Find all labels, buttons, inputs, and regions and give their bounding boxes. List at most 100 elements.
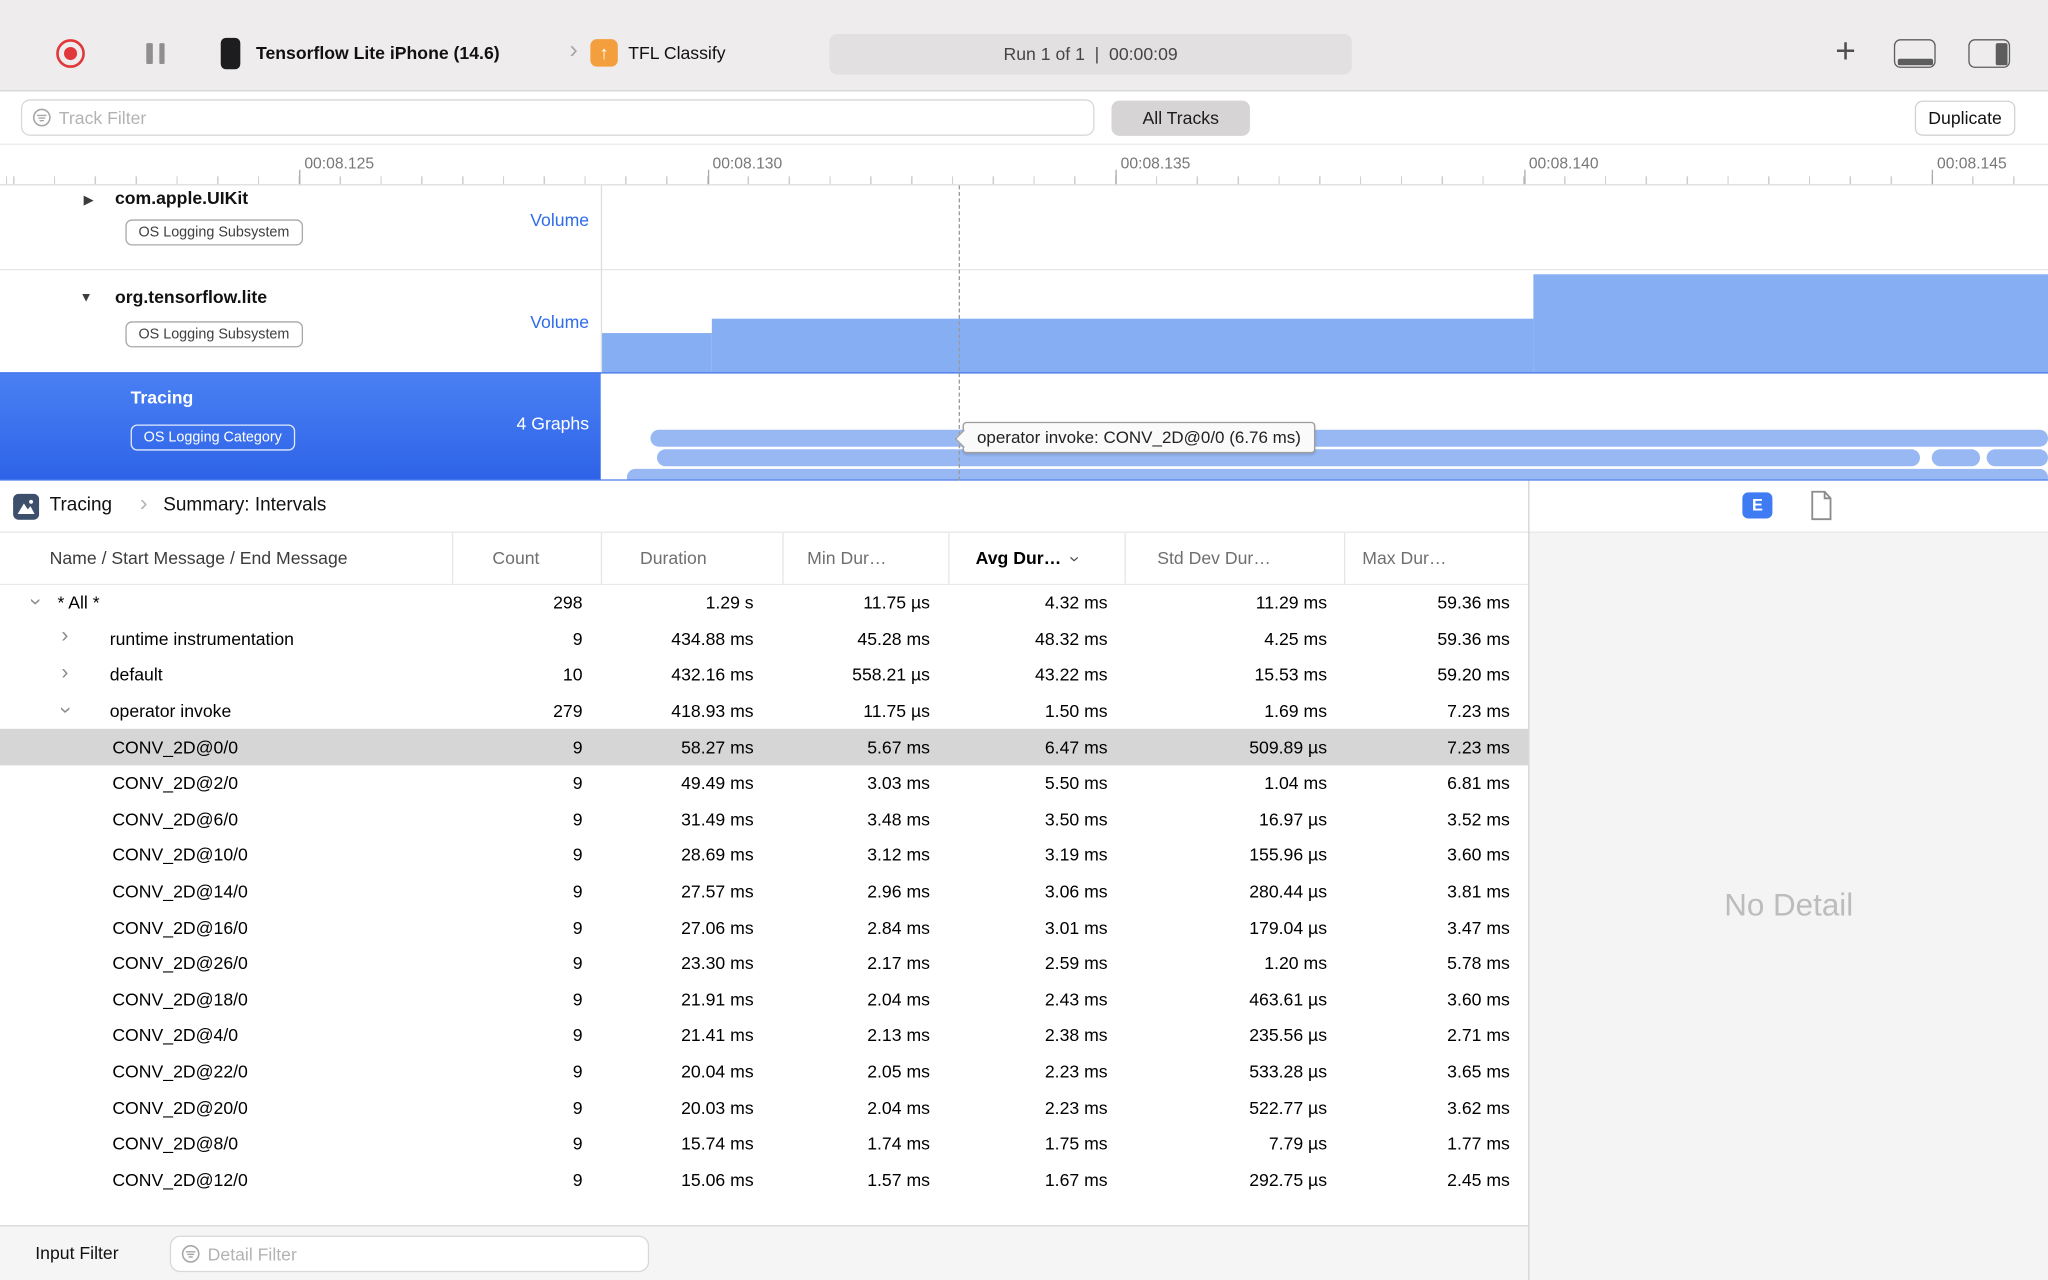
table-row[interactable]: › * All * 298 1.29 s 11.75 µs 4.32 ms 11.29 ms… [0,585,1528,621]
chevron-right-icon: › [139,489,148,516]
pause-button[interactable] [146,43,165,64]
column-header-std-dev-dur[interactable]: Std Dev Dur… [1126,532,1346,584]
disclosure-chevron-icon[interactable]: › [54,706,76,713]
track-tracing-selected[interactable]: Tracing OS Logging Category 4 Graphs ope… [0,372,2048,481]
row-std-cell: 1.20 ms [1264,953,1328,974]
track-name: com.apple.UIKit [114,188,249,208]
column-header-count[interactable]: Count [453,532,603,584]
track-graph-type: 4 Graphs [516,414,590,434]
row-std-cell: 522.77 µs [1249,1097,1328,1118]
no-detail-placeholder: No Detail [1724,888,1854,924]
disclosure-triangle-icon[interactable]: ▼ [80,291,93,305]
row-min-cell: 11.75 µs [863,593,930,613]
extended-detail-button[interactable]: E [1742,492,1773,519]
row-std-cell: 1.04 ms [1264,773,1328,794]
device-target-button[interactable]: Tensorflow Lite iPhone (14.6) [256,43,500,63]
input-filter-label[interactable]: Input Filter [35,1243,118,1263]
table-row[interactable]: CONV_2D@8/0 9 15.74 ms 1.74 ms 1.75 ms 7.79 µ… [0,1126,1528,1162]
interval-capsule[interactable] [1931,449,1981,467]
tracing-intervals-lane[interactable]: operator invoke: CONV_2D@0/0 (6.76 ms) [600,373,2048,480]
process-target-button[interactable]: TFL Classify [628,43,725,63]
row-min-cell: 1.74 ms [867,1133,930,1154]
ruler-tick: 00:08.145 [1931,154,2007,185]
row-name-cell: › * All * [24,593,100,613]
detail-filter-field[interactable] [169,1235,650,1273]
disclosure-chevron-icon[interactable]: › [24,598,46,605]
track-com-apple-uikit[interactable]: ▶ com.apple.UIKit OS Logging Subsystem V… [0,185,2048,271]
row-duration-cell: 1.29 s [705,593,754,613]
table-row[interactable]: CONV_2D@12/0 9 15.06 ms 1.57 ms 1.67 ms 292.7… [0,1162,1528,1198]
track-org-tensorflow-lite[interactable]: ▼ org.tensorflow.lite OS Logging Subsyst… [0,270,2048,373]
track-lane[interactable] [600,185,2048,270]
row-std-cell: 155.96 µs [1249,845,1328,866]
interval-capsule[interactable] [1986,449,2048,467]
row-duration-cell: 28.69 ms [681,845,754,866]
disclosure-chevron-icon[interactable]: › [61,626,68,648]
table-row[interactable]: › runtime instrumentation 9 434.88 ms 45.28 … [0,621,1528,657]
filter-icon [32,108,51,127]
disclosure-chevron-icon[interactable]: › [61,662,68,684]
table-row[interactable]: CONV_2D@6/0 9 31.49 ms 3.48 ms 3.50 ms 16.97 … [0,801,1528,837]
volume-area-chart[interactable] [600,270,2048,373]
table-row[interactable]: › operator invoke 279 418.93 ms 11.75 µs 1.50… [0,693,1528,729]
row-max-cell: 6.81 ms [1447,773,1510,794]
column-header-max-dur[interactable]: Max Dur… [1345,533,1528,584]
column-header-duration[interactable]: Duration [602,532,784,584]
add-instrument-button[interactable]: + [1825,31,1867,71]
table-row[interactable]: CONV_2D@4/0 9 21.41 ms 2.13 ms 2.38 ms 235.56… [0,1018,1528,1054]
tooltip-text: operator invoke: CONV_2D@0/0 (6.76 ms) [976,427,1301,447]
table-row[interactable]: CONV_2D@0/0 9 58.27 ms 5.67 ms 6.47 ms 509.89… [0,729,1529,766]
row-duration-cell: 21.91 ms [681,989,754,1010]
timeline-ruler[interactable]: 00:08.125 00:08.130 00:08.135 00:08.140 00:0… [0,143,2048,186]
row-avg-cell: 5.50 ms [1044,773,1108,794]
chevron-right-icon: › [569,36,578,64]
table-row[interactable]: CONV_2D@14/0 9 27.57 ms 2.96 ms 3.06 ms 280.4… [0,873,1528,909]
row-min-cell: 5.67 ms [867,737,930,758]
interval-capsule[interactable] [626,468,2048,480]
table-row[interactable]: CONV_2D@20/0 9 20.03 ms 2.04 ms 2.23 ms 522.7… [0,1090,1528,1126]
table-row[interactable]: CONV_2D@2/0 9 49.49 ms 3.03 ms 5.50 ms 1.04 m… [0,765,1528,801]
row-std-cell: 280.44 µs [1249,881,1328,902]
track-header[interactable]: Tracing OS Logging Category 4 Graphs [0,373,601,480]
row-std-cell: 4.25 ms [1264,629,1328,649]
toggle-right-pane-button[interactable] [1968,39,2011,68]
column-header-name[interactable]: Name / Start Message / End Message [0,532,454,584]
table-row[interactable]: CONV_2D@22/0 9 20.04 ms 2.05 ms 2.23 ms 533.2… [0,1054,1528,1090]
row-avg-cell: 4.32 ms [1044,593,1108,613]
ruler-tick: 00:08.125 [299,154,374,185]
breadcrumb-instrument[interactable]: Tracing [50,495,112,516]
detail-filter-input[interactable] [171,1236,648,1271]
table-row[interactable]: CONV_2D@10/0 9 28.69 ms 3.12 ms 3.19 ms 155.9… [0,837,1528,873]
row-duration-cell: 21.41 ms [681,1025,754,1046]
panel-divider[interactable] [1528,480,1530,1280]
duplicate-button[interactable]: Duplicate [1914,100,2016,136]
table-row[interactable]: CONV_2D@26/0 9 23.30 ms 2.17 ms 2.59 ms 1.20 … [0,946,1528,982]
track-header[interactable]: ▼ org.tensorflow.lite OS Logging Subsyst… [0,270,601,373]
column-header-min-dur[interactable]: Min Dur… [784,532,950,584]
breadcrumb-page[interactable]: Summary: Intervals [163,495,326,516]
track-filter-field[interactable] [20,99,1095,136]
document-inspector-icon[interactable] [1809,490,1835,523]
toggle-bottom-pane-button[interactable] [1893,39,1936,68]
all-tracks-button[interactable]: All Tracks [1111,100,1250,136]
row-count-cell: 9 [572,737,583,758]
table-header: Name / Start Message / End Message Count… [0,532,1529,586]
table-row[interactable]: CONV_2D@18/0 9 21.91 ms 2.04 ms 2.43 ms 463.6… [0,982,1528,1018]
table-row[interactable]: › default 10 432.16 ms 558.21 µs 43.22 ms 15.5… [0,657,1528,693]
instruments-window: Tensorflow Lite iPhone (14.6) › ↑ TFL Cl… [0,0,2048,1280]
track-filter-input[interactable] [22,100,1094,135]
row-max-cell: 59.36 ms [1437,593,1510,613]
track-header[interactable]: ▶ com.apple.UIKit OS Logging Subsystem V… [0,185,601,270]
interval-capsule[interactable] [650,429,2048,447]
row-min-cell: 3.03 ms [867,773,930,794]
disclosure-triangle-icon[interactable]: ▶ [84,193,94,207]
row-max-cell: 5.78 ms [1447,953,1510,974]
row-std-cell: 179.04 µs [1249,917,1328,938]
row-avg-cell: 48.32 ms [1035,629,1108,649]
row-name-cell: CONV_2D@18/0 [112,989,248,1010]
column-header-avg-dur[interactable]: Avg Dur… › [950,532,1126,584]
track-badge: OS Logging Category [130,424,295,451]
table-row[interactable]: CONV_2D@16/0 9 27.06 ms 2.84 ms 3.01 ms 179.0… [0,910,1528,946]
row-name-cell: › operator invoke [54,701,232,722]
record-button[interactable] [56,39,85,68]
